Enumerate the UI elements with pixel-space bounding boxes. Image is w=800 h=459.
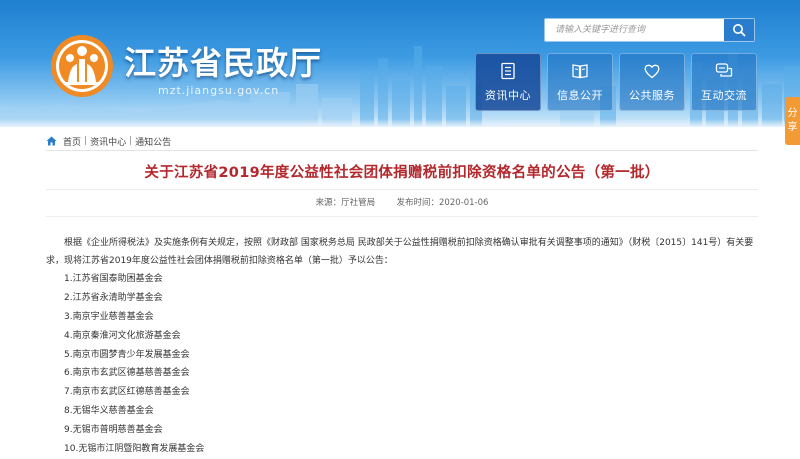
nav-info-disclosure[interactable]: 信息公开 (547, 53, 613, 111)
heart-icon (644, 64, 660, 79)
breadcrumb-home[interactable]: 首页 (63, 135, 81, 148)
site-title[interactable]: 江苏省民政厅 (124, 38, 322, 84)
divider (46, 189, 758, 190)
list-item: 3.南京宇业慈善基金会 (64, 311, 154, 322)
breadcrumb-separator: | (129, 136, 133, 146)
ministry-logo-icon (51, 35, 113, 97)
breadcrumb-news-center[interactable]: 资讯中心 (90, 135, 126, 148)
nav-label: 互动交流 (701, 89, 747, 102)
home-icon (46, 136, 57, 146)
nav-interaction[interactable]: 互动交流 (691, 53, 757, 111)
list-item: 4.南京秦淮河文化旅游基金会 (64, 330, 181, 341)
search-input[interactable] (545, 19, 723, 41)
list-item: 10.无锡市江阴暨阳教育发展基金会 (64, 444, 205, 455)
divider (46, 150, 758, 151)
search-box (544, 18, 755, 42)
article-source: 来源：厅社管局 (315, 198, 376, 208)
nav-label: 资讯中心 (485, 89, 531, 102)
article-meta: 来源：厅社管局 发布时间：2020-01-06 (46, 196, 758, 208)
list-item: 5.南京市圆梦青少年发展基金会 (64, 349, 190, 360)
site-domain: mzt.jiangsu.gov.cn (158, 84, 280, 97)
search-button[interactable] (724, 19, 754, 41)
book-icon (572, 64, 588, 79)
share-label: 享 (787, 122, 798, 133)
search-icon (733, 24, 746, 37)
breadcrumb: 首页 | 资讯中心 | 通知公告 (46, 134, 171, 148)
chat-icon (715, 63, 733, 77)
article-date: 发布时间：2020-01-06 (396, 198, 489, 208)
share-label: 分 (787, 108, 798, 119)
list-item: 1.江苏省国泰助困基金会 (64, 274, 163, 284)
foundation-list: 1.江苏省国泰助困基金会 2.江苏省永清助学基金会 3.南京宇业慈善基金会 4.… (64, 270, 754, 459)
list-item: 2.江苏省永清助学基金会 (64, 292, 163, 303)
article-title: 关于江苏省2019年度公益性社会团体捐赠税前扣除资格名单的公告（第一批） (144, 165, 660, 181)
nav-label: 信息公开 (557, 89, 603, 102)
breadcrumb-separator: | (84, 136, 88, 146)
header-banner: 江苏省民政厅 mzt.jiangsu.gov.cn 资讯中心 信息公开 (0, 0, 800, 127)
news-icon (501, 62, 515, 80)
list-item: 9.无锡市普明慈善基金会 (64, 425, 163, 436)
list-item: 7.南京市玄武区红德慈善基金会 (64, 387, 190, 398)
share-button[interactable]: 分 享 (785, 97, 800, 145)
nav-news-center[interactable]: 资讯中心 (475, 53, 541, 111)
list-item: 6.南京市玄武区德基慈善基金会 (64, 368, 190, 379)
nav-label: 公共服务 (629, 89, 675, 102)
nav-public-service[interactable]: 公共服务 (619, 53, 685, 111)
list-item: 8.无锡华义慈善基金会 (64, 406, 154, 417)
article-intro: 根据《企业所得税法》及实施条例有关规定，按照《财政部 国家税务总局 民政部关于公… (46, 238, 754, 266)
breadcrumb-notices[interactable]: 通知公告 (135, 135, 171, 148)
divider (46, 216, 758, 217)
